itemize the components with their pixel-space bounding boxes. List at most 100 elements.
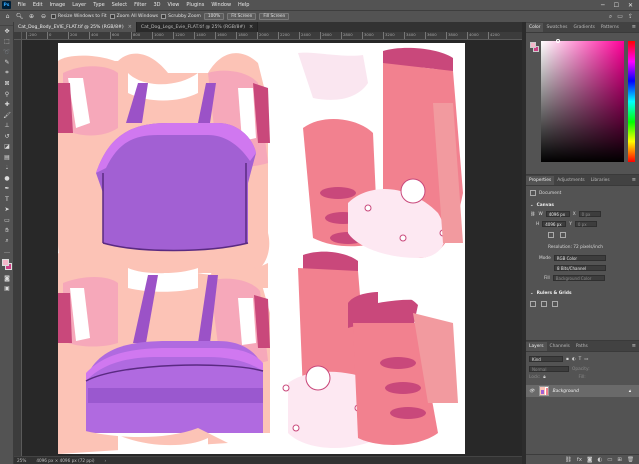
fill-screen-button[interactable]: Fill Screen [259,13,290,20]
tab-properties[interactable]: Properties [526,176,555,185]
menu-view[interactable]: View [164,2,183,8]
vertical-ruler[interactable] [14,40,22,456]
menu-image[interactable]: Image [46,2,69,8]
maximize-icon[interactable]: ☐ [614,2,619,9]
foreground-color-chip[interactable] [530,42,536,48]
rectangle-tool-icon[interactable]: ▭ [0,215,14,226]
menu-3d[interactable]: 3D [150,2,164,8]
y-field[interactable]: 0 px [574,221,597,227]
lock-icon[interactable]: 🔒︎ [543,375,545,380]
menu-select[interactable]: Select [108,2,130,8]
zoom-in-icon[interactable]: ⊕ [27,13,36,21]
panel-menu-icon[interactable]: ≡ [632,342,639,351]
menu-edit[interactable]: Edit [29,2,46,8]
zoom-out-icon[interactable]: ⊖ [39,13,48,21]
adjustment-layer-icon[interactable]: ◐ [597,457,602,463]
blend-mode-select[interactable]: Normal [529,366,569,372]
brush-tool-icon[interactable]: 🖌︎ [0,110,14,121]
dodge-tool-icon[interactable]: ● [0,173,14,184]
tab-gradients[interactable]: Gradients [570,23,597,32]
tab-legs-document[interactable]: Cat_Dog_Legs_Evie_FLAT.tif @ 25% (RGB/8#… [136,22,259,32]
rulers-grids-section[interactable]: ⌄ Rulers & Grids [530,291,572,296]
tab-color[interactable]: Color [526,23,544,32]
menu-help[interactable]: Help [235,2,253,8]
resize-windows-checkbox[interactable]: Resize Windows to Fit [51,14,107,19]
horizontal-ruler[interactable]: -200 0 200 400 600 800 1000 1200 1400 1600 1800 200… [22,32,522,40]
height-field[interactable]: 4096 px [542,221,567,227]
link-layers-icon[interactable]: ⛓ [565,457,572,463]
bit-depth-select[interactable]: 8 Bits/Channel [554,265,606,271]
crop-tool-icon[interactable]: ⌗ [0,68,14,79]
fill-select[interactable]: Background Color [552,275,605,281]
delete-layer-icon[interactable]: 🗑︎ [627,457,634,463]
status-arrow-icon[interactable]: › [104,458,106,463]
lasso-tool-icon[interactable]: ➰ [0,47,14,58]
eraser-tool-icon[interactable]: ◪ [0,142,14,153]
menu-layer[interactable]: Layer [69,2,90,8]
zoom-level[interactable]: 25% [17,458,26,463]
menu-type[interactable]: Type [90,2,108,8]
menu-file[interactable]: File [14,2,29,8]
home-icon[interactable]: ⌂ [3,13,12,21]
pen-tool-icon[interactable]: ✒ [0,184,14,195]
path-selection-tool-icon[interactable]: ➤ [0,205,14,216]
panel-menu-icon[interactable]: ≡ [632,23,639,32]
grid-icon[interactable] [541,301,547,307]
share-icon[interactable]: ⇪ [628,13,633,21]
filter-type-icon[interactable]: T [579,357,582,362]
workspace-icon[interactable]: ▭ [617,13,623,21]
more-tools-icon[interactable]: … [0,247,14,258]
gradient-tool-icon[interactable]: ▤ [0,152,14,163]
portrait-icon[interactable] [548,232,554,238]
color-picker-field[interactable] [541,41,624,162]
close-icon[interactable]: ✕ [628,2,633,9]
layer-name[interactable]: Background [553,389,579,394]
filter-shape-icon[interactable]: ▭ [584,357,588,362]
menu-window[interactable]: Window [208,2,235,8]
history-brush-tool-icon[interactable]: ↺ [0,131,14,142]
type-tool-icon[interactable]: T [0,194,14,205]
zoom-all-windows-checkbox[interactable]: Zoom All Windows [109,14,158,19]
menu-plugins[interactable]: Plugins [183,2,208,8]
tab-swatches[interactable]: Swatches [543,23,570,32]
layer-style-icon[interactable]: fx [577,457,582,463]
foreground-color-swatch[interactable] [2,259,9,266]
color-swatches[interactable] [0,257,14,273]
visibility-eye-icon[interactable]: 👁︎ [529,389,535,394]
mode-select[interactable]: RGB Color [553,255,606,261]
minimize-icon[interactable]: ─ [601,2,605,9]
link-icon[interactable]: ⛓ [530,212,535,217]
tab-adjustments[interactable]: Adjustments [554,176,588,185]
search-icon[interactable]: ⌕ [609,13,612,21]
tab-libraries[interactable]: Libraries [588,176,613,185]
fit-screen-button[interactable]: Fit Screen [227,13,257,20]
clone-stamp-tool-icon[interactable]: ⊥ [0,121,14,132]
scrubby-zoom-checkbox[interactable]: Scrubby Zoom [161,14,201,19]
guides-icon[interactable] [552,301,558,307]
tab-body-document[interactable]: Cat_Dog_Body_EVIE_FLAT.tif @ 25% (RGB/8#… [14,22,137,32]
hand-tool-icon[interactable]: ✋︎ [0,226,14,237]
zoom-tool-icon[interactable]: ⌕ [0,236,14,247]
ruler-origin[interactable] [14,32,22,40]
frame-tool-icon[interactable]: ⊠ [0,79,14,90]
zoom-tool-icon[interactable]: 🔍︎ [15,13,24,21]
color-picker-marker[interactable] [556,39,560,43]
tab-layers[interactable]: Layers [526,342,547,351]
canvas-workspace[interactable] [22,40,522,456]
quick-select-tool-icon[interactable]: ✎ [0,58,14,69]
tab-channels[interactable]: Channels [547,342,573,351]
filter-pixel-icon[interactable]: ▪ [566,357,569,362]
move-tool-icon[interactable]: ✥ [0,26,14,37]
close-tab-icon[interactable]: × [128,24,132,30]
marquee-tool-icon[interactable]: ⬚ [0,37,14,48]
layer-kind-filter[interactable]: Kind [529,356,563,362]
screen-mode-icon[interactable]: ▣ [0,284,14,295]
width-field[interactable]: 4096 px [545,211,570,217]
close-tab-icon[interactable]: × [249,24,253,30]
healing-brush-tool-icon[interactable]: ✚ [0,100,14,111]
document-canvas[interactable] [58,43,465,454]
landscape-icon[interactable] [560,232,566,238]
ruler-icon[interactable] [530,301,536,307]
zoom-100-button[interactable]: 100% [203,13,225,20]
tab-paths[interactable]: Paths [573,342,591,351]
